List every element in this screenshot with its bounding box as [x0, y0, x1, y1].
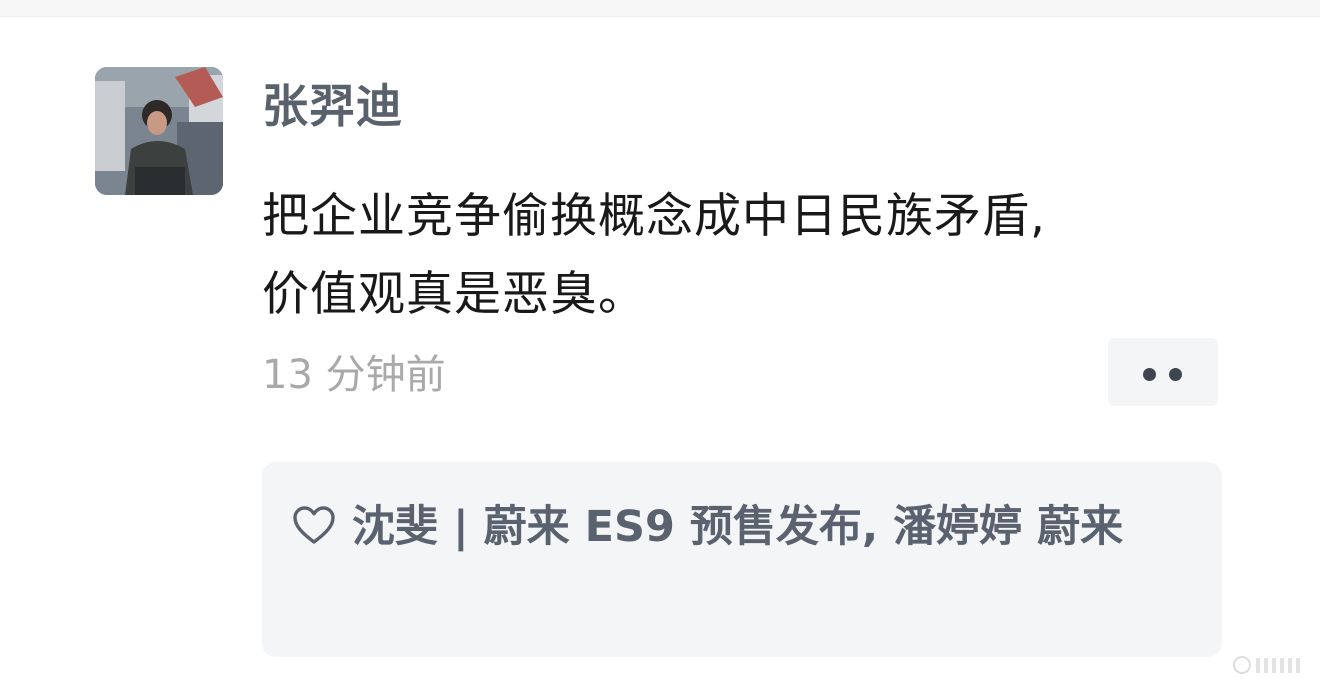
- quoted-post-text: 沈斐 | 蔚来 ES9 预售发布, 潘婷婷 蔚来: [352, 502, 1124, 552]
- heart-outline-icon: [293, 506, 335, 544]
- top-divider: [0, 0, 1320, 17]
- watermark-icon: [1233, 656, 1300, 674]
- more-dot-icon: [1143, 368, 1156, 381]
- comment-line: 把企业竞争偷换概念成中日民族矛盾,: [262, 189, 1046, 244]
- author-name[interactable]: 张羿迪: [262, 78, 403, 134]
- quoted-post: 沈斐 | 蔚来 ES9 预售发布, 潘婷婷 蔚来: [292, 492, 1202, 563]
- quoted-post-card[interactable]: 沈斐 | 蔚来 ES9 预售发布, 潘婷婷 蔚来: [262, 462, 1222, 657]
- comment-text: 把企业竞争偷换概念成中日民族矛盾, 价值观真是恶臭。: [262, 178, 1212, 334]
- more-options-button[interactable]: [1108, 338, 1218, 406]
- timestamp: 13 分钟前: [262, 352, 446, 398]
- avatar[interactable]: [95, 67, 223, 195]
- more-dot-icon: [1169, 368, 1182, 381]
- avatar-photo-icon: [95, 67, 223, 195]
- comment-line: 价值观真是恶臭。: [262, 267, 646, 322]
